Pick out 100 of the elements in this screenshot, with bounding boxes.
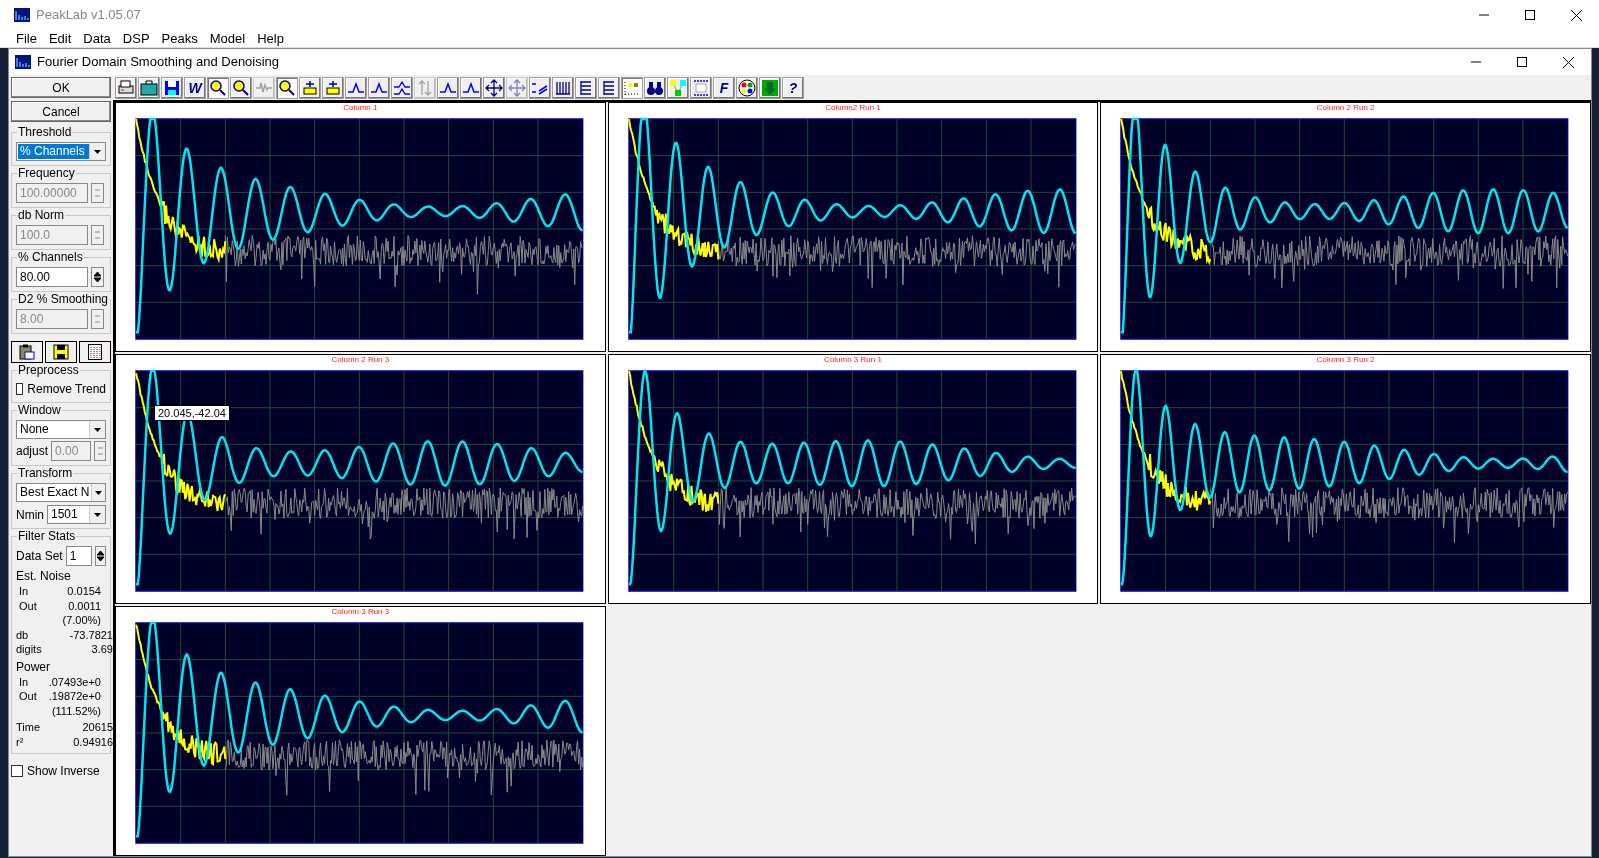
plot-title: Column 1 xyxy=(343,103,378,113)
spinner-button[interactable] xyxy=(91,267,104,287)
window-dropdown[interactable]: None xyxy=(16,420,106,439)
minimize-icon xyxy=(1479,14,1489,16)
toolbar-button[interactable] xyxy=(345,76,367,99)
spinner-arrows-icon xyxy=(94,312,101,326)
group-label: Frequency xyxy=(17,166,76,180)
field-label: Data Set xyxy=(16,548,63,565)
toolbar-button[interactable] xyxy=(483,76,505,99)
zoom-icon xyxy=(278,78,296,97)
table-icon xyxy=(88,344,102,360)
number-field[interactable]: 1 xyxy=(65,546,92,566)
download-icon xyxy=(761,78,779,97)
toolbar-button[interactable] xyxy=(690,76,712,99)
toolbar-button[interactable] xyxy=(575,76,597,99)
stat-label: db xyxy=(16,628,29,641)
group-label: db Norm xyxy=(17,208,65,222)
nodes-icon xyxy=(669,78,687,97)
stat-label: r² xyxy=(16,735,24,748)
group-label: Threshold xyxy=(17,125,73,139)
toolbar-button[interactable] xyxy=(391,76,413,99)
move-icon xyxy=(485,78,503,97)
nmin-dropdown[interactable]: 1501 xyxy=(47,505,106,524)
toolbar-button[interactable] xyxy=(552,76,574,99)
plot-title: Column 3 Run 1 xyxy=(824,355,882,365)
menu-item[interactable]: Model xyxy=(203,30,252,47)
toolbar-button[interactable] xyxy=(437,76,459,99)
checkbox[interactable] xyxy=(16,383,24,395)
toolbar-button[interactable] xyxy=(460,76,482,99)
number-field[interactable]: 80.00 xyxy=(16,267,88,287)
stat-label: Out xyxy=(19,599,37,612)
menu-item[interactable]: Edit xyxy=(42,30,78,47)
menu-item[interactable]: Help xyxy=(251,30,290,47)
table-button[interactable] xyxy=(79,341,111,363)
menu-item[interactable]: DSP xyxy=(116,30,156,47)
toolbar-button[interactable] xyxy=(207,76,229,99)
close-icon xyxy=(1562,56,1574,68)
menu-item[interactable]: File xyxy=(10,30,43,47)
toolbar-button[interactable] xyxy=(161,76,183,99)
baseline-icon xyxy=(301,78,319,97)
save-button[interactable] xyxy=(45,341,77,363)
stat-value: (7.00%) xyxy=(62,614,101,626)
spinner-arrows-icon xyxy=(94,186,101,200)
caret-icon xyxy=(94,149,101,154)
toolbar-button[interactable] xyxy=(299,76,321,99)
tooltip: 20.045,-42.04 xyxy=(154,405,230,421)
toolbar-button[interactable] xyxy=(322,76,344,99)
stat-value: 0.0154 xyxy=(67,585,101,597)
stat-value: -73.7821 xyxy=(69,628,113,641)
stat-value: 3.69 xyxy=(91,643,113,655)
plot-title: Column 3 Run 2 xyxy=(1316,355,1375,365)
toolbar-button[interactable] xyxy=(115,76,137,99)
threshold-dropdown[interactable]: % Channels xyxy=(16,142,106,161)
stat-label: In xyxy=(19,675,29,688)
menu-item[interactable]: Peaks xyxy=(155,30,204,47)
palette-icon xyxy=(738,78,756,97)
printer-icon xyxy=(117,78,135,97)
menu-item[interactable]: Data xyxy=(77,30,117,47)
toolbar-button[interactable] xyxy=(138,76,160,99)
spinner-button[interactable] xyxy=(94,546,106,566)
toolbar-button[interactable]: F xyxy=(713,76,735,99)
paste-button[interactable] xyxy=(11,341,43,363)
briefcase-icon xyxy=(140,78,158,97)
stat-value: .19872e+0 xyxy=(48,690,101,702)
window-title: Fourier Domain Smoothing and Denoising xyxy=(37,53,280,72)
toolbar-button[interactable] xyxy=(276,76,298,99)
checkbox-label: Show Inverse xyxy=(27,763,100,780)
toolbar-button[interactable] xyxy=(644,76,666,99)
plot-title: Column 2 Run 3 xyxy=(331,355,390,365)
toolbar-button[interactable] xyxy=(598,76,620,99)
stats-heading: Power xyxy=(16,659,50,674)
toolbar-button[interactable]: ? xyxy=(782,76,804,99)
move-icon xyxy=(508,78,526,97)
toolbar-button[interactable] xyxy=(529,76,551,99)
transform-dropdown[interactable]: Best Exact N xyxy=(16,483,106,502)
stat-value: 0.94916 xyxy=(73,735,113,748)
toolbar-button[interactable] xyxy=(759,76,781,99)
group-label: D2 % Smoothing xyxy=(17,292,110,306)
toolbar-button[interactable]: W xyxy=(184,76,206,99)
spinner-arrows-icon xyxy=(94,228,101,242)
toolbar-button[interactable] xyxy=(368,76,390,99)
group-label: Transform xyxy=(17,466,74,480)
group-label: Window xyxy=(17,403,62,417)
spinner-arrows-icon xyxy=(96,549,104,563)
baseline-icon xyxy=(324,78,342,97)
caret-icon xyxy=(95,490,103,495)
toolbar-button[interactable] xyxy=(230,76,252,99)
dialog-button[interactable]: Cancel xyxy=(11,101,111,122)
maximize-icon xyxy=(1525,10,1535,20)
app-icon xyxy=(15,55,31,69)
toolbar-button[interactable] xyxy=(736,76,758,99)
checkbox[interactable] xyxy=(11,765,23,777)
dialog-button[interactable]: OK xyxy=(11,77,111,98)
caret-icon xyxy=(94,512,101,517)
close-icon xyxy=(1570,9,1582,21)
group-label: Filter Stats xyxy=(17,529,77,543)
stat-label: Time xyxy=(16,721,41,733)
group-label: Preprocess xyxy=(17,363,80,377)
spinner-arrows-icon xyxy=(94,270,101,284)
minimize-icon xyxy=(1471,61,1481,63)
